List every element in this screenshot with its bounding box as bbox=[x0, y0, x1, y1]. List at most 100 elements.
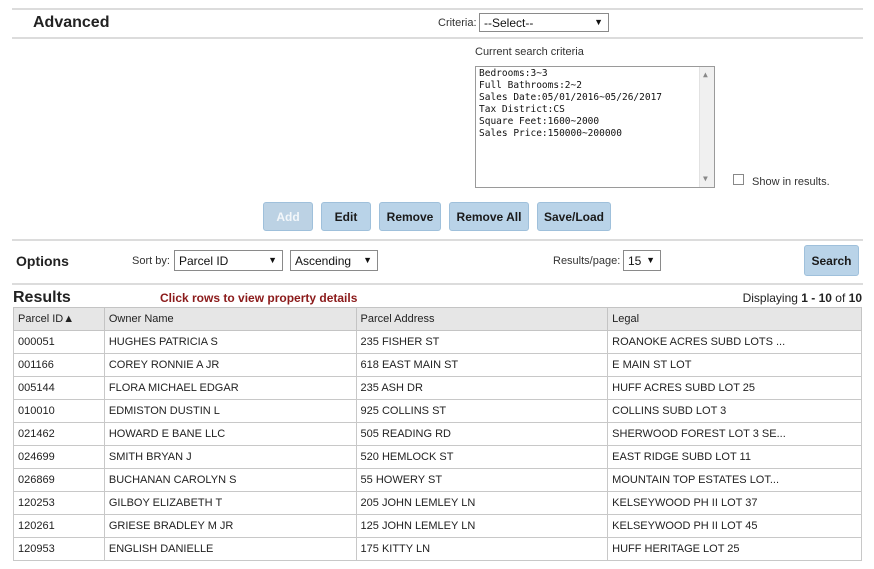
sort-field-value: Parcel ID bbox=[179, 254, 229, 268]
options-divider-bottom bbox=[12, 283, 863, 285]
cell-owner-name: GRIESE BRADLEY M JR bbox=[103, 514, 357, 538]
column-header-parcel-address[interactable]: Parcel Address bbox=[355, 307, 609, 331]
cell-owner-name: HOWARD E BANE LLC bbox=[103, 422, 357, 446]
cell-parcel-address: 125 JOHN LEMLEY LN bbox=[355, 514, 609, 538]
cell-parcel-id: 026869 bbox=[13, 468, 105, 492]
table-row[interactable]: 010010 EDMISTON DUSTIN L 925 COLLINS ST COL… bbox=[13, 399, 862, 423]
cell-owner-name: COREY RONNIE A JR bbox=[103, 353, 357, 377]
cell-owner-name: SMITH BRYAN J bbox=[103, 445, 357, 469]
cell-parcel-address: 235 FISHER ST bbox=[355, 330, 609, 354]
table-row[interactable]: 024699 SMITH BRYAN J 520 HEMLOCK ST EAST RI… bbox=[13, 445, 862, 469]
cell-parcel-id: 010010 bbox=[13, 399, 105, 423]
table-row[interactable]: 021462 HOWARD E BANE LLC 505 READING RD SHE… bbox=[13, 422, 862, 446]
displaying-range: 1 - 10 bbox=[801, 291, 832, 305]
criteria-line: Full Bathrooms:2~2 bbox=[479, 80, 582, 91]
displaying-of: of bbox=[831, 291, 849, 305]
search-button[interactable]: Search bbox=[804, 245, 859, 276]
criteria-line: Bedrooms:3~3 bbox=[479, 68, 548, 79]
chevron-down-icon: ▼ bbox=[363, 255, 372, 265]
cell-parcel-id: 001166 bbox=[13, 353, 105, 377]
cell-parcel-address: 618 EAST MAIN ST bbox=[355, 353, 609, 377]
cell-legal: HUFF ACRES SUBD LOT 25 bbox=[607, 376, 862, 400]
top-divider bbox=[12, 8, 863, 10]
cell-owner-name: FLORA MICHAEL EDGAR bbox=[103, 376, 357, 400]
cell-legal: SHERWOOD FOREST LOT 3 SE... bbox=[607, 422, 862, 446]
cell-legal: MOUNTAIN TOP ESTATES LOT... bbox=[607, 468, 862, 492]
cell-legal: HUFF HERITAGE LOT 25 bbox=[607, 537, 862, 561]
table-row[interactable]: 120253 GILBOY ELIZABETH T 205 JOHN LEMLEY … bbox=[13, 491, 862, 515]
results-hint: Click rows to view property details bbox=[160, 291, 358, 305]
criteria-label: Criteria: bbox=[438, 17, 477, 29]
remove-all-button[interactable]: Remove All bbox=[449, 202, 529, 231]
cell-legal: E MAIN ST LOT bbox=[607, 353, 862, 377]
remove-button[interactable]: Remove bbox=[379, 202, 441, 231]
cell-owner-name: HUGHES PATRICIA S bbox=[103, 330, 357, 354]
current-criteria-label: Current search criteria bbox=[475, 46, 584, 58]
cell-parcel-id: 000051 bbox=[13, 330, 105, 354]
sort-field-select[interactable]: Parcel ID ▼ bbox=[174, 250, 283, 271]
chevron-down-icon: ▼ bbox=[646, 255, 655, 265]
results-per-page-value: 15 bbox=[628, 254, 642, 268]
cell-parcel-id: 120261 bbox=[13, 514, 105, 538]
cell-parcel-address: 55 HOWERY ST bbox=[355, 468, 609, 492]
show-in-results-checkbox[interactable] bbox=[733, 174, 744, 185]
scroll-up-icon[interactable]: ▲ bbox=[703, 69, 708, 81]
criteria-textarea[interactable]: Bedrooms:3~3 Full Bathrooms:2~2 Sales Da… bbox=[475, 66, 715, 188]
chevron-down-icon: ▼ bbox=[268, 255, 277, 265]
criteria-scrollbar[interactable]: ▲ ▼ bbox=[699, 67, 714, 187]
results-per-page-label: Results/page: bbox=[553, 255, 621, 267]
criteria-line: Square Feet:1600~2000 bbox=[479, 116, 600, 127]
cell-parcel-id: 120253 bbox=[13, 491, 105, 515]
cell-owner-name: BUCHANAN CAROLYN S bbox=[103, 468, 357, 492]
cell-parcel-address: 925 COLLINS ST bbox=[355, 399, 609, 423]
save-load-button[interactable]: Save/Load bbox=[537, 202, 611, 231]
cell-parcel-id: 005144 bbox=[13, 376, 105, 400]
table-row[interactable]: 120261 GRIESE BRADLEY M JR 125 JOHN LEMLEY… bbox=[13, 514, 862, 538]
cell-owner-name: GILBOY ELIZABETH T bbox=[103, 491, 357, 515]
add-button[interactable]: Add bbox=[263, 202, 313, 231]
results-per-page-select[interactable]: 15 ▼ bbox=[623, 250, 661, 271]
table-row[interactable]: 026869 BUCHANAN CAROLYN S 55 HOWERY ST MOUN… bbox=[13, 468, 862, 492]
cell-owner-name: EDMISTON DUSTIN L bbox=[103, 399, 357, 423]
sort-by-label: Sort by: bbox=[132, 255, 170, 267]
edit-button[interactable]: Edit bbox=[321, 202, 371, 231]
options-divider-top bbox=[12, 239, 863, 241]
scroll-down-icon[interactable]: ▼ bbox=[703, 173, 708, 185]
cell-legal: ROANOKE ACRES SUBD LOTS ... bbox=[607, 330, 862, 354]
cell-parcel-address: 205 JOHN LEMLEY LN bbox=[355, 491, 609, 515]
cell-parcel-address: 235 ASH DR bbox=[355, 376, 609, 400]
options-title: Options bbox=[16, 253, 69, 269]
cell-owner-name: ENGLISH DANIELLE bbox=[103, 537, 357, 561]
displaying-total: 10 bbox=[848, 291, 862, 305]
table-row[interactable]: 120953 ENGLISH DANIELLE 175 KITTY LN HUFF H… bbox=[13, 537, 862, 561]
advanced-title: Advanced bbox=[33, 14, 110, 31]
results-title: Results bbox=[13, 289, 71, 306]
chevron-down-icon: ▼ bbox=[594, 17, 603, 27]
column-header-owner-name[interactable]: Owner Name bbox=[103, 307, 357, 331]
cell-legal: COLLINS SUBD LOT 3 bbox=[607, 399, 862, 423]
column-header-legal[interactable]: Legal bbox=[607, 307, 862, 331]
sort-order-select[interactable]: Ascending ▼ bbox=[290, 250, 378, 271]
show-in-results-label: Show in results. bbox=[752, 176, 830, 188]
criteria-select[interactable]: --Select-- ▼ bbox=[479, 13, 609, 32]
cell-parcel-address: 175 KITTY LN bbox=[355, 537, 609, 561]
criteria-line: Sales Date:05/01/2016~05/26/2017 bbox=[479, 92, 663, 103]
sort-order-value: Ascending bbox=[295, 254, 352, 268]
advanced-divider bbox=[12, 37, 863, 39]
table-row[interactable]: 001166 COREY RONNIE A JR 618 EAST MAIN ST E… bbox=[13, 353, 862, 377]
results-count: Displaying 1 - 10 of 10 bbox=[743, 291, 862, 305]
cell-legal: EAST RIDGE SUBD LOT 11 bbox=[607, 445, 862, 469]
criteria-line: Tax District:CS bbox=[479, 104, 565, 115]
cell-parcel-id: 021462 bbox=[13, 422, 105, 446]
results-table: Parcel ID▲ Owner Name Parcel Address Leg… bbox=[13, 307, 862, 561]
column-header-parcel-id[interactable]: Parcel ID▲ bbox=[13, 307, 105, 331]
cell-parcel-address: 520 HEMLOCK ST bbox=[355, 445, 609, 469]
cell-parcel-address: 505 READING RD bbox=[355, 422, 609, 446]
table-row[interactable]: 005144 FLORA MICHAEL EDGAR 235 ASH DR HUFF … bbox=[13, 376, 862, 400]
table-row[interactable]: 000051 HUGHES PATRICIA S 235 FISHER ST ROAN… bbox=[13, 330, 862, 354]
cell-parcel-id: 024699 bbox=[13, 445, 105, 469]
cell-legal: KELSEYWOOD PH II LOT 45 bbox=[607, 514, 862, 538]
criteria-select-value: --Select-- bbox=[484, 16, 534, 30]
cell-legal: KELSEYWOOD PH II LOT 37 bbox=[607, 491, 862, 515]
criteria-line: Sales Price:150000~200000 bbox=[479, 128, 622, 139]
